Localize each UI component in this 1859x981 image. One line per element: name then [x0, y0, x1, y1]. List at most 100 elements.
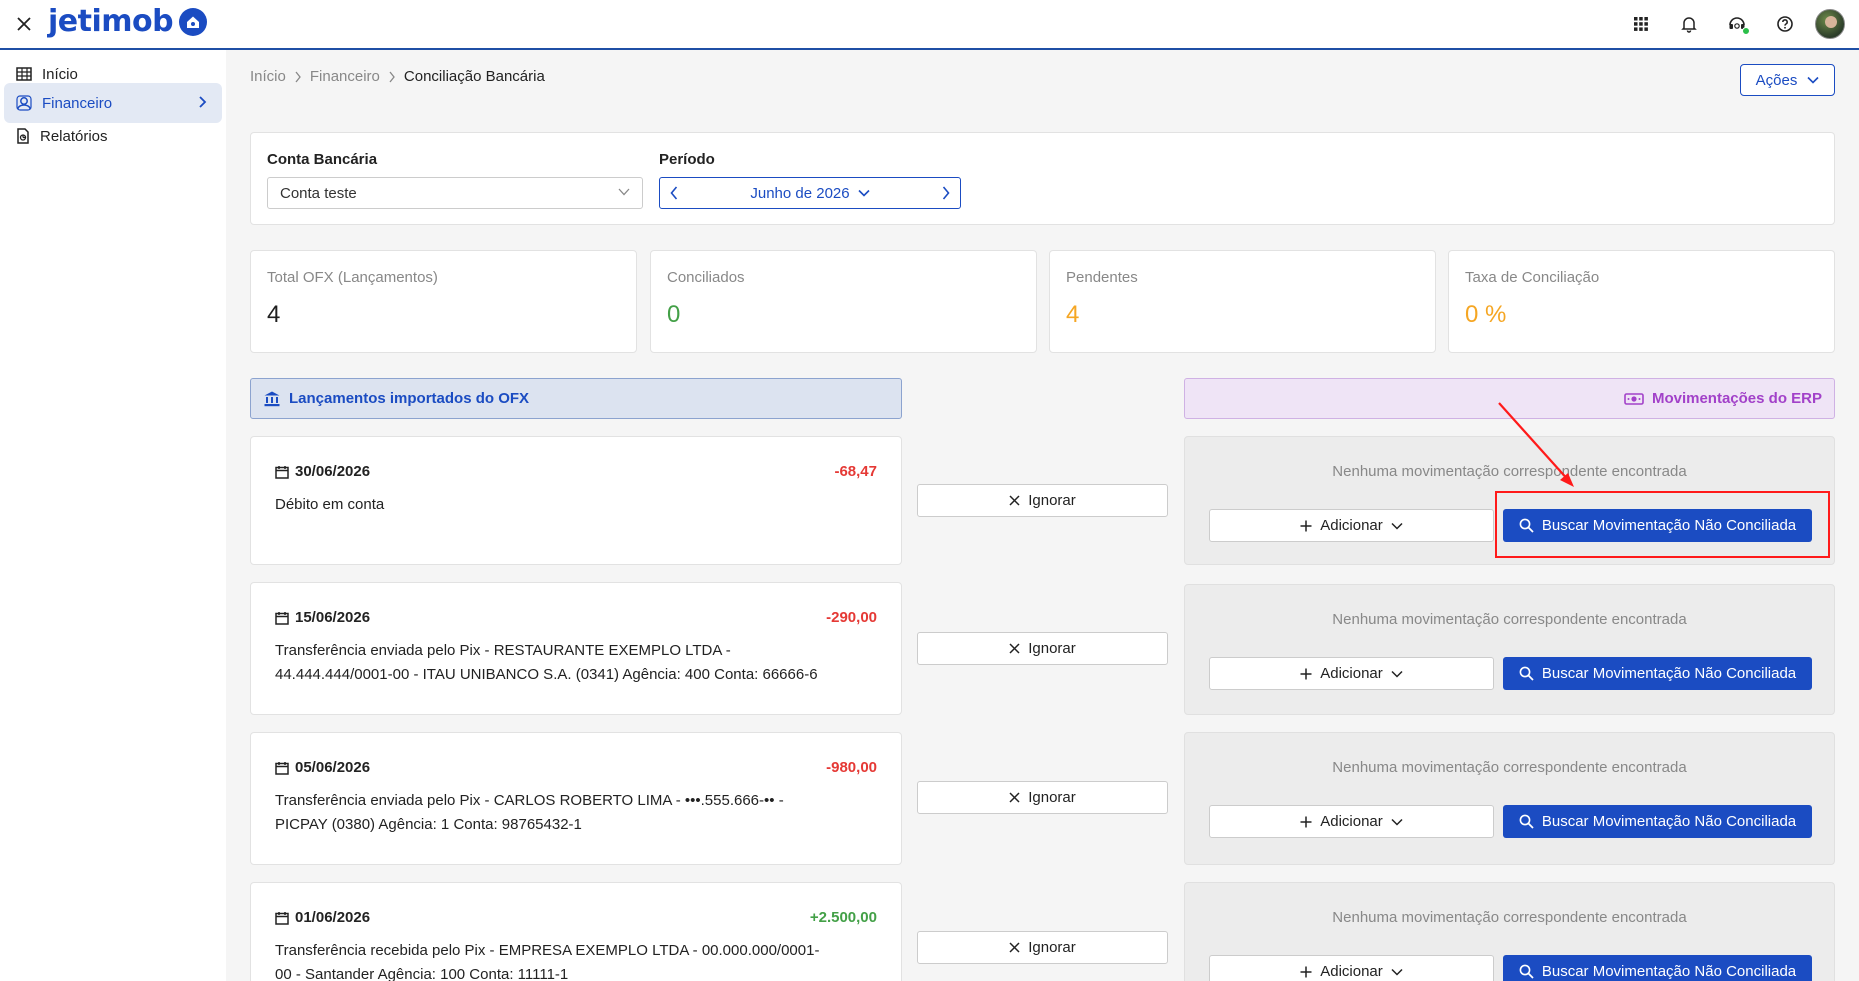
calendar-icon	[275, 465, 289, 479]
actions-button[interactable]: Ações	[1740, 64, 1835, 96]
actions-label: Ações	[1755, 71, 1798, 89]
chevron-down-icon	[1391, 670, 1403, 678]
period-label: Período	[659, 151, 715, 168]
money-icon	[1624, 392, 1644, 405]
annotation-highlight-box	[1495, 491, 1830, 558]
add-button[interactable]: Adicionar	[1209, 955, 1494, 981]
help-icon[interactable]	[1761, 0, 1809, 48]
close-icon	[1009, 792, 1020, 803]
period-value: Junho de 2026	[750, 184, 850, 202]
period-dropdown[interactable]: Junho de 2026	[750, 184, 870, 202]
calendar-icon	[275, 611, 289, 625]
grid-table-icon	[16, 67, 32, 81]
logo[interactable]: jetimob	[48, 4, 208, 39]
chevron-down-icon	[618, 188, 630, 196]
avatar[interactable]	[1815, 9, 1845, 39]
transaction-description: Transferência enviada pelo Pix - CARLOS …	[275, 792, 784, 833]
search-unreconciled-button[interactable]: Buscar Movimentação Não Conciliada	[1503, 657, 1812, 690]
filter-card: Conta Bancária Conta teste Período Junho…	[250, 132, 1835, 225]
bank-icon	[264, 391, 280, 406]
plus-icon	[1300, 966, 1312, 977]
chevron-down-icon	[858, 189, 870, 197]
calendar-icon	[275, 761, 289, 775]
stat-value: 4	[267, 301, 281, 328]
chevron-down-icon	[1391, 818, 1403, 826]
ignore-button[interactable]: Ignorar	[917, 632, 1168, 665]
add-button[interactable]: Adicionar	[1209, 805, 1494, 838]
breadcrumb-inicio[interactable]: Início	[250, 68, 286, 85]
finance-icon	[16, 95, 32, 111]
stat-label: Pendentes	[1066, 269, 1138, 286]
no-match-message: Nenhuma movimentação correspondente enco…	[1332, 909, 1687, 926]
transaction-date: 05/06/2026	[275, 759, 370, 776]
ofx-panel-title: Lançamentos importados do OFX	[289, 390, 530, 407]
search-unreconciled-label: Buscar Movimentação Não Conciliada	[1541, 963, 1797, 980]
close-icon[interactable]	[12, 12, 36, 36]
ignore-label: Ignorar	[1028, 640, 1076, 657]
search-unreconciled-label: Buscar Movimentação Não Conciliada	[1541, 665, 1797, 682]
ofx-transaction-card: 01/06/2026 +2.500,00 Transferência receb…	[250, 882, 902, 981]
plus-icon	[1300, 520, 1312, 531]
apps-grid-icon[interactable]	[1617, 0, 1665, 48]
stat-card-conciliados: Conciliados 0	[650, 250, 1037, 353]
transaction-amount: +2.500,00	[809, 909, 877, 926]
add-label: Adicionar	[1320, 813, 1383, 830]
transaction-amount: -290,00	[826, 609, 877, 626]
bell-icon[interactable]	[1665, 0, 1713, 48]
transaction-date-text: 01/06/2026	[295, 909, 371, 926]
search-icon	[1519, 814, 1534, 829]
erp-match-card: Nenhuma movimentação correspondente enco…	[1184, 732, 1835, 865]
ofx-panel-header: Lançamentos importados do OFX	[250, 378, 902, 419]
add-label: Adicionar	[1320, 963, 1383, 980]
ignore-label: Ignorar	[1028, 789, 1076, 806]
ofx-transaction-card: 30/06/2026 -68,47 Débito em conta	[250, 436, 902, 565]
stat-card-pendentes: Pendentes 4	[1049, 250, 1436, 353]
close-icon	[1009, 942, 1020, 953]
plus-icon	[1300, 668, 1312, 679]
stat-value: 4	[1066, 301, 1080, 328]
online-status-icon	[1742, 27, 1750, 35]
next-month-button[interactable]	[942, 186, 950, 200]
search-unreconciled-button[interactable]: Buscar Movimentação Não Conciliada	[1503, 805, 1812, 838]
previous-month-button[interactable]	[670, 186, 678, 200]
ignore-button[interactable]: Ignorar	[917, 781, 1168, 814]
chevron-right-icon	[389, 71, 395, 82]
bank-account-select[interactable]: Conta teste	[267, 177, 643, 209]
close-icon	[1009, 495, 1020, 506]
breadcrumb: Início Financeiro Conciliação Bancária	[250, 68, 545, 85]
chevron-down-icon	[1391, 968, 1403, 976]
period-picker: Junho de 2026	[659, 177, 961, 209]
transaction-date: 15/06/2026	[275, 609, 370, 626]
add-button[interactable]: Adicionar	[1209, 657, 1494, 690]
ofx-transaction-card: 15/06/2026 -290,00 Transferência enviada…	[250, 582, 902, 715]
annotation-arrow	[1498, 402, 1574, 487]
sidebar-item-relatorios[interactable]: Relatórios	[4, 116, 222, 156]
transaction-description: Transferência enviada pelo Pix - RESTAUR…	[275, 642, 818, 683]
sidebar-item-label: Início	[42, 65, 78, 83]
transaction-amount: -980,00	[826, 759, 877, 776]
ignore-button[interactable]: Ignorar	[917, 484, 1168, 517]
stat-card-taxa: Taxa de Conciliação 0 %	[1448, 250, 1835, 353]
add-label: Adicionar	[1320, 665, 1383, 682]
top-icons	[1617, 0, 1859, 48]
transaction-date: 01/06/2026	[275, 909, 370, 926]
chevron-right-icon	[199, 96, 207, 108]
transaction-description: Transferência recebida pelo Pix - EMPRES…	[275, 942, 820, 981]
no-match-message: Nenhuma movimentação correspondente enco…	[1332, 759, 1687, 776]
close-icon	[1009, 643, 1020, 654]
ignore-button[interactable]: Ignorar	[917, 931, 1168, 964]
chevron-left-icon	[670, 186, 678, 200]
support-icon[interactable]	[1713, 0, 1761, 48]
stat-label: Taxa de Conciliação	[1465, 269, 1600, 286]
ignore-label: Ignorar	[1028, 492, 1076, 509]
report-icon	[17, 128, 29, 144]
home-logo-icon	[179, 7, 208, 36]
transaction-date: 30/06/2026	[275, 463, 370, 480]
transaction-description: Débito em conta	[275, 496, 385, 513]
breadcrumb-financeiro[interactable]: Financeiro	[310, 68, 380, 85]
plus-icon	[1300, 816, 1312, 827]
search-unreconciled-button[interactable]: Buscar Movimentação Não Conciliada	[1503, 955, 1812, 981]
ofx-transaction-card: 05/06/2026 -980,00 Transferência enviada…	[250, 732, 902, 865]
add-button[interactable]: Adicionar	[1209, 509, 1494, 542]
add-label: Adicionar	[1320, 517, 1383, 534]
